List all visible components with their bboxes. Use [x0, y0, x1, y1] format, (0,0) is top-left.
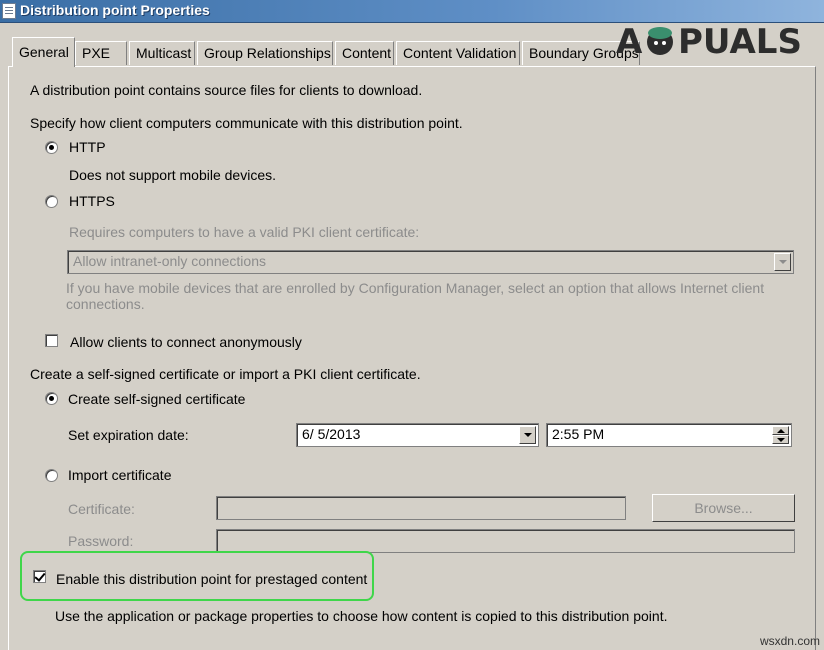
window-icon [2, 3, 16, 19]
http-radio[interactable] [45, 141, 58, 154]
https-help-line2: connections. [66, 296, 145, 312]
cert-section-label: Create a self-signed certificate or impo… [30, 366, 421, 382]
http-label: HTTP [69, 139, 106, 155]
anonymous-checkbox[interactable] [45, 334, 58, 347]
expiration-time-picker[interactable]: 2:55 PM [546, 423, 792, 447]
tab-general[interactable]: General [12, 37, 75, 67]
expiration-date-value: 6/ 5/2013 [302, 426, 361, 442]
expiration-label: Set expiration date: [68, 427, 189, 443]
import-cert-radio[interactable] [45, 469, 58, 482]
certificate-label: Certificate: [68, 501, 135, 517]
selfsigned-radio[interactable] [45, 392, 58, 405]
tab-content[interactable]: Content [335, 41, 394, 65]
certificate-field[interactable] [216, 496, 626, 520]
intro-text: A distribution point contains source fil… [30, 82, 423, 98]
expiration-date-picker[interactable]: 6/ 5/2013 [296, 423, 539, 447]
window-title: Distribution point Properties [20, 2, 210, 18]
tab-group-relationships[interactable]: Group Relationships [197, 41, 333, 65]
chevron-down-icon [774, 253, 791, 271]
comm-label: Specify how client computers communicate… [30, 115, 463, 131]
https-label: HTTPS [69, 193, 115, 209]
https-help-line1: If you have mobile devices that are enro… [66, 280, 765, 296]
svg-text:PUALS: PUALS [678, 22, 802, 62]
tab-pxe[interactable]: PXE [75, 41, 127, 65]
watermark-site: wsxdn.com [759, 634, 820, 648]
prestaged-note: Use the application or package propertie… [55, 608, 668, 624]
http-note: Does not support mobile devices. [69, 167, 276, 183]
selfsigned-label: Create self-signed certificate [68, 391, 246, 407]
https-connection-value: Allow intranet-only connections [73, 253, 266, 269]
time-up-icon[interactable] [772, 426, 789, 435]
calendar-dropdown-icon[interactable] [519, 426, 536, 444]
password-field[interactable] [216, 529, 795, 553]
password-label: Password: [68, 533, 134, 549]
https-requirement-label: Requires computers to have a valid PKI c… [69, 224, 420, 240]
https-radio[interactable] [45, 195, 58, 208]
prestaged-checkbox[interactable] [33, 570, 46, 583]
svg-text:A: A [616, 22, 643, 62]
browse-button[interactable]: Browse... [652, 494, 795, 522]
expiration-time-value: 2:55 PM [552, 426, 605, 442]
https-connection-select[interactable]: Allow intranet-only connections [67, 250, 794, 274]
prestaged-label: Enable this distribution point for prest… [56, 571, 368, 587]
tab-content-validation[interactable]: Content Validation [396, 41, 520, 65]
time-down-icon[interactable] [772, 435, 789, 444]
tab-multicast[interactable]: Multicast [129, 41, 195, 65]
anonymous-label: Allow clients to connect anonymously [70, 334, 302, 350]
appuals-logo: A PUALS [616, 17, 812, 65]
import-cert-label: Import certificate [68, 467, 172, 483]
